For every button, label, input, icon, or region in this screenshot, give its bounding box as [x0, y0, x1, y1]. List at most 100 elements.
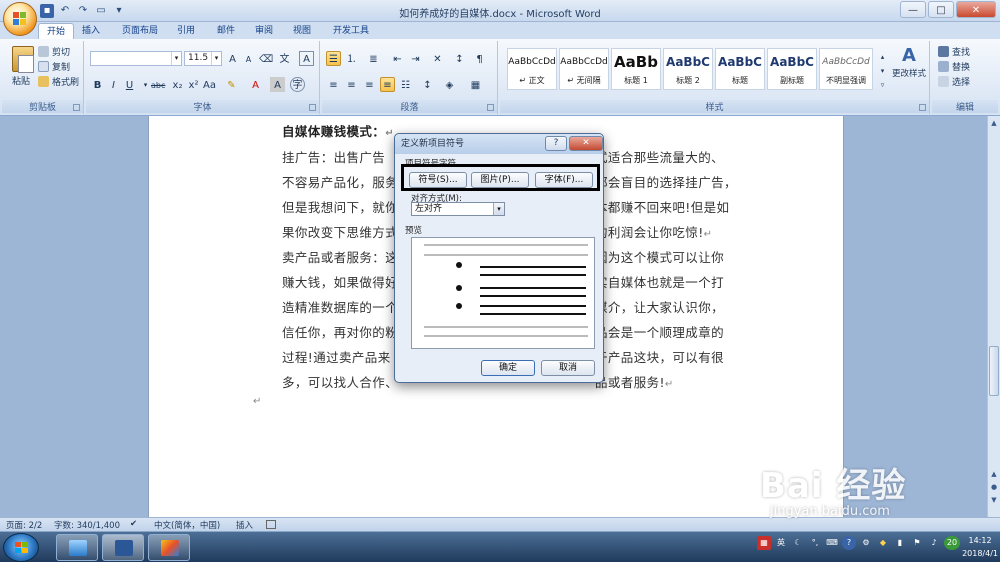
styles-dialog-launcher[interactable]	[919, 104, 926, 111]
show-marks-icon[interactable]: ¶	[472, 51, 487, 66]
punctuation-icon[interactable]: °,	[808, 536, 822, 550]
cut-button[interactable]: 剪切	[38, 45, 70, 58]
format-painter-button[interactable]: 格式刷	[38, 75, 79, 88]
maximize-button[interactable]: □	[928, 1, 954, 18]
increase-indent-icon[interactable]: ⇥	[408, 51, 423, 66]
shading-icon[interactable]: ◈	[442, 77, 457, 92]
style-no-spacing[interactable]: AaBbCcDd ↵ 无间隔	[559, 48, 609, 90]
network-icon[interactable]: ▮	[893, 536, 907, 550]
tab-review[interactable]: 审阅	[255, 23, 273, 39]
style-subtitle[interactable]: AaBbC 副标题	[767, 48, 817, 90]
font-color-icon[interactable]: A	[248, 77, 263, 92]
style-title[interactable]: AaBbC 标题	[715, 48, 765, 90]
sort-icon[interactable]: ↕	[452, 51, 467, 66]
multilevel-list-icon[interactable]: ≣	[366, 51, 381, 66]
dialog-close-button[interactable]: ✕	[569, 136, 603, 151]
italic-icon[interactable]: I	[106, 77, 121, 92]
battery-badge[interactable]: 20	[944, 536, 960, 550]
select-browse-object-icon[interactable]: ●	[989, 481, 999, 493]
ime-mode[interactable]: 英	[774, 536, 788, 550]
character-border-icon[interactable]: A	[299, 51, 314, 66]
clock[interactable]: 14:12 2018/4/1	[962, 534, 998, 560]
phonetic-guide-icon[interactable]: 文	[277, 51, 292, 66]
ime-flag-icon[interactable]: ▦	[757, 536, 771, 550]
office-button[interactable]	[3, 2, 37, 36]
taskbar-word[interactable]	[102, 534, 144, 561]
numbering-icon[interactable]: ⒈	[344, 51, 359, 66]
close-button[interactable]: ✕	[956, 1, 996, 18]
moon-icon[interactable]: ☾	[791, 536, 805, 550]
bullets-icon[interactable]: ☰	[326, 51, 341, 66]
underline-icon[interactable]: U	[122, 77, 137, 92]
align-center-icon[interactable]: ≡	[344, 77, 359, 92]
style-heading-2[interactable]: AaBbC 标题 2	[663, 48, 713, 90]
style-normal[interactable]: AaBbCcDd ↵ 正文	[507, 48, 557, 90]
align-left-icon[interactable]: ≡	[326, 77, 341, 92]
enclose-characters-icon[interactable]: 字	[290, 77, 305, 92]
taskbar-paint[interactable]	[148, 534, 190, 561]
tab-view[interactable]: 视图	[293, 23, 311, 39]
change-styles-button[interactable]: A 更改样式	[892, 45, 926, 79]
tab-developer[interactable]: 开发工具	[333, 23, 369, 39]
tab-references[interactable]: 引用	[177, 23, 195, 39]
start-button[interactable]	[3, 533, 39, 562]
character-shading-icon[interactable]: A	[270, 77, 285, 92]
font-name-combo[interactable]: ▾	[90, 51, 182, 66]
minimize-button[interactable]: —	[900, 1, 926, 18]
settings-icon[interactable]: ⚙	[859, 536, 873, 550]
volume-icon[interactable]: ♪	[927, 536, 941, 550]
scrollbar-thumb[interactable]	[989, 346, 999, 396]
clipboard-dialog-launcher[interactable]	[73, 104, 80, 111]
cancel-button[interactable]: 取消	[541, 360, 595, 376]
taskbar-explorer[interactable]	[56, 534, 98, 561]
flag-icon[interactable]: ⚑	[910, 536, 924, 550]
shrink-font-icon[interactable]: A	[241, 51, 256, 66]
style-heading-1[interactable]: AaBb 标题 1	[611, 48, 661, 90]
shield-icon[interactable]: ◆	[876, 536, 890, 550]
superscript-icon[interactable]: x²	[186, 77, 201, 92]
styles-scroll-up-icon[interactable]: ▴	[875, 49, 890, 64]
insert-mode[interactable]: 插入	[236, 519, 253, 531]
select-button[interactable]: 选择	[938, 75, 970, 88]
scroll-up-icon[interactable]: ▲	[989, 117, 999, 129]
distributed-icon[interactable]: ☷	[398, 77, 413, 92]
copy-button[interactable]: 复制	[38, 60, 70, 73]
styles-scroll-down-icon[interactable]: ▾	[875, 63, 890, 78]
chinese-layout-icon[interactable]: ✕	[430, 51, 445, 66]
style-subtle-emphasis[interactable]: AaBbCcDd 不明显强调	[819, 48, 873, 90]
vertical-scrollbar[interactable]: ▲ ▲ ● ▼	[987, 116, 1000, 517]
grow-font-icon[interactable]: A	[225, 51, 240, 66]
next-page-icon[interactable]: ▼	[989, 494, 999, 506]
dialog-help-button[interactable]: ?	[545, 136, 567, 151]
alignment-select[interactable]: 左对齐 ▾	[411, 202, 505, 216]
macro-record-icon[interactable]	[266, 520, 276, 529]
styles-more-icon[interactable]: ▿	[875, 77, 890, 92]
spelling-check-icon[interactable]: ✔	[130, 519, 137, 529]
help-icon[interactable]: ?	[842, 536, 856, 550]
subscript-icon[interactable]: x₂	[170, 77, 185, 92]
justify-icon[interactable]: ≡	[380, 77, 395, 92]
language-indicator[interactable]: 中文(简体，中国)	[154, 519, 220, 531]
align-right-icon[interactable]: ≡	[362, 77, 377, 92]
font-size-combo[interactable]: 11.5 ▾	[184, 51, 222, 66]
decrease-indent-icon[interactable]: ⇤	[390, 51, 405, 66]
bold-icon[interactable]: B	[90, 77, 105, 92]
tab-page-layout[interactable]: 页面布局	[122, 23, 158, 39]
ok-button[interactable]: 确定	[481, 360, 535, 376]
highlight-icon[interactable]: ✎	[224, 77, 239, 92]
strikethrough-icon[interactable]: abc	[150, 77, 165, 92]
previous-page-icon[interactable]: ▲	[989, 468, 999, 480]
paste-button[interactable]: 粘贴	[12, 74, 30, 87]
word-count[interactable]: 字数: 340/1,400	[54, 519, 120, 531]
paragraph-dialog-launcher[interactable]	[487, 104, 494, 111]
keyboard-icon[interactable]: ⌨	[825, 536, 839, 550]
tab-mailings[interactable]: 邮件	[217, 23, 235, 39]
clear-format-icon[interactable]: ⌫	[258, 51, 273, 66]
change-case-icon[interactable]: Aa	[202, 77, 217, 92]
borders-icon[interactable]: ▦	[468, 77, 483, 92]
replace-button[interactable]: 替换	[938, 60, 970, 73]
tab-home[interactable]: 开始	[38, 23, 75, 39]
find-button[interactable]: 查找	[938, 45, 970, 58]
line-spacing-icon[interactable]: ↕	[420, 77, 435, 92]
page-count[interactable]: 页面: 2/2	[6, 519, 42, 531]
